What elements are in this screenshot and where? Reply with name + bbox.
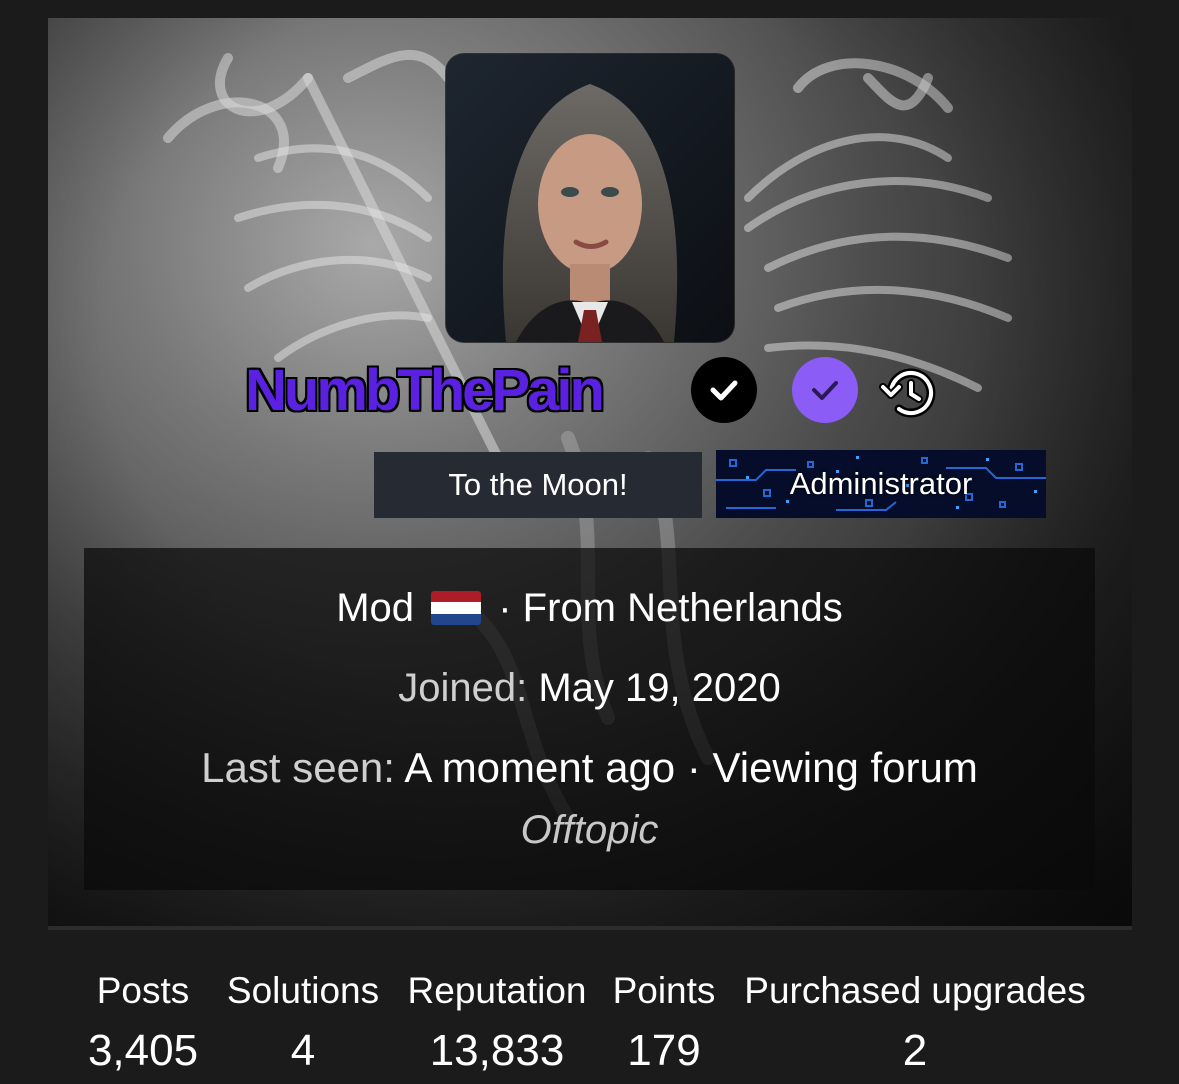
verified-black-check-icon (691, 357, 757, 423)
username[interactable]: NumbThePain (245, 357, 605, 424)
stats-bar: Posts 3,405 Solutions 4 Reputation 13,83… (0, 960, 1179, 1084)
user-banner-administrator: Administrator (716, 450, 1046, 518)
purchased-upgrades-label[interactable]: Purchased upgrades (744, 970, 1085, 1012)
avatar[interactable] (446, 54, 734, 342)
joined-line: Joined: May 19, 2020 (84, 666, 1095, 711)
points-label[interactable]: Points (613, 970, 716, 1012)
posts-label[interactable]: Posts (97, 970, 190, 1012)
avatar-portrait (446, 54, 734, 342)
last-seen-line: Last seen: A moment ago · Viewing forum (84, 744, 1095, 792)
administrator-label: Administrator (789, 466, 973, 501)
purchased-upgrades-value[interactable]: 2 (903, 1026, 927, 1076)
joined-date: May 19, 2020 (538, 666, 781, 710)
verified-purple-check-icon (792, 357, 858, 423)
user-title: Mod (336, 586, 414, 630)
joined-label: Joined: (398, 666, 528, 710)
title-location-line: Mod · From Netherlands (84, 586, 1095, 631)
reputation-value[interactable]: 13,833 (430, 1026, 565, 1076)
solutions-value[interactable]: 4 (291, 1026, 315, 1076)
posts-value[interactable]: 3,405 (88, 1026, 198, 1076)
user-location: · From Netherlands (498, 586, 843, 630)
solutions-label[interactable]: Solutions (227, 970, 379, 1012)
netherlands-flag-icon (431, 591, 482, 625)
section-divider (48, 926, 1132, 930)
last-seen-value: A moment ago · Viewing forum (404, 744, 978, 791)
points-value[interactable]: 179 (627, 1026, 700, 1076)
history-icon[interactable] (879, 363, 939, 423)
user-banner-to-the-moon: To the Moon! (374, 452, 702, 518)
last-seen-label: Last seen: (201, 744, 395, 791)
activity-forum-link[interactable]: Offtopic (84, 808, 1095, 853)
profile-info-box: Mod · From Netherlands Joined: May 19, 2… (84, 548, 1095, 890)
reputation-label[interactable]: Reputation (408, 970, 587, 1012)
